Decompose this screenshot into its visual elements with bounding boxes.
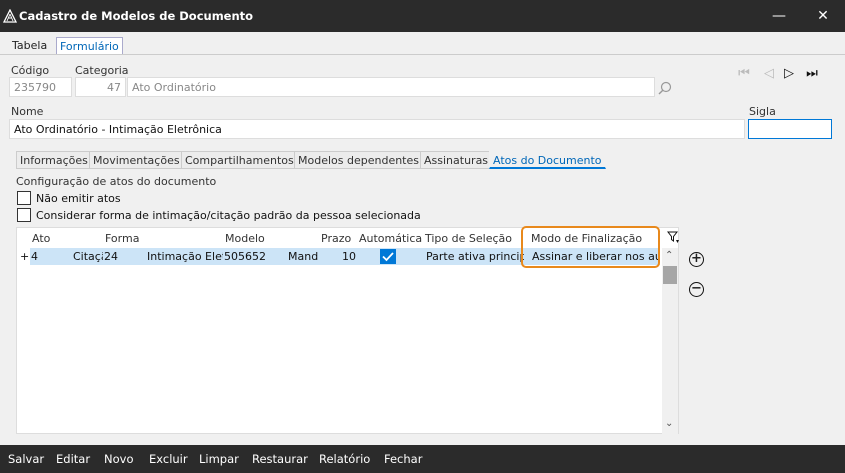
plus-icon: +: [691, 251, 702, 266]
codigo-field[interactable]: 235790: [9, 77, 72, 97]
previous-record-icon: ◁: [764, 66, 774, 81]
column-header-prazo[interactable]: Prazo: [321, 232, 351, 245]
window-title: Cadastro de Modelos de Documento: [19, 9, 254, 23]
cell-modelo-text[interactable]: Intimação Eletr: [147, 250, 223, 263]
section-title: Configuração de atos do documento: [16, 175, 217, 188]
editar-button[interactable]: Editar: [56, 452, 90, 466]
categoria-name-field[interactable]: Ato Ordinatório: [127, 77, 655, 97]
subtab-atos-documento[interactable]: Atos do Documento: [489, 151, 606, 169]
tab-formulario[interactable]: Formulário: [56, 37, 123, 54]
categoria-code-field[interactable]: 47: [75, 77, 126, 97]
fechar-button[interactable]: Fechar: [384, 452, 422, 466]
minimize-button[interactable]: —: [768, 6, 790, 26]
bottom-toolbar: Salvar Editar Novo Excluir Limpar Restau…: [0, 445, 845, 473]
codigo-label: Código: [11, 64, 50, 77]
excluir-button[interactable]: Excluir: [149, 452, 188, 466]
vertical-scrollbar[interactable]: ⌃ ⌄: [662, 248, 678, 434]
last-record-icon: ⏭: [806, 66, 818, 81]
nao-emitir-label: Não emitir atos: [36, 192, 121, 205]
cell-prazo[interactable]: 10: [342, 250, 356, 263]
column-header-ato[interactable]: Ato: [32, 232, 50, 245]
cell-forma-code[interactable]: 24: [104, 250, 118, 263]
subtab-assinaturas[interactable]: Assinaturas: [420, 151, 493, 169]
tab-divider: [0, 54, 845, 55]
title-bar: Cadastro de Modelos de Documento — ✕: [0, 0, 845, 32]
minus-icon: −: [691, 281, 702, 296]
scroll-up-icon[interactable]: ⌃: [665, 250, 673, 261]
first-record-icon: ⏮: [738, 66, 750, 81]
atos-grid: Ato Forma Modelo Prazo Automática Tipo d…: [16, 226, 680, 434]
subtab-movimentacoes[interactable]: Movimentações: [89, 151, 184, 169]
categoria-label: Categoria: [75, 64, 129, 77]
nome-field[interactable]: Ato Ordinatório - Intimação Eletrônica: [9, 119, 745, 139]
sigla-field[interactable]: [748, 119, 832, 139]
search-icon[interactable]: [657, 80, 673, 96]
last-record-button[interactable]: ⏭: [803, 65, 821, 83]
subtab-modelos-dependentes[interactable]: Modelos dependentes: [294, 151, 423, 169]
novo-button[interactable]: Novo: [104, 452, 133, 466]
close-icon: ✕: [817, 8, 829, 24]
highlight-box: [521, 226, 660, 268]
cell-ato[interactable]: 4: [31, 250, 38, 263]
minimize-icon: —: [772, 8, 786, 24]
cell-tipo-selecao[interactable]: Parte ativa principal: [426, 250, 524, 263]
automatica-checkbox[interactable]: [380, 249, 396, 264]
app-logo-icon: [3, 9, 17, 23]
scroll-down-icon[interactable]: ⌄: [665, 418, 673, 429]
column-header-automatica[interactable]: Automática: [359, 232, 422, 245]
subtab-informacoes[interactable]: Informações: [16, 151, 92, 169]
relatorio-button[interactable]: Relatório: [319, 452, 370, 466]
checkmark-icon: [382, 252, 394, 262]
cell-modelo-extra[interactable]: Mandí: [288, 250, 318, 263]
add-row-button[interactable]: +: [689, 252, 704, 267]
next-record-button[interactable]: ▷: [780, 65, 798, 83]
limpar-button[interactable]: Limpar: [199, 452, 239, 466]
remove-row-button[interactable]: −: [689, 282, 704, 297]
first-record-button[interactable]: ⏮: [735, 65, 753, 83]
salvar-button[interactable]: Salvar: [8, 452, 44, 466]
filter-icon[interactable]: [667, 231, 680, 244]
column-header-forma[interactable]: Forma: [105, 232, 139, 245]
row-expand-button[interactable]: +: [20, 250, 29, 263]
next-record-icon: ▷: [784, 66, 794, 81]
column-header-modelo[interactable]: Modelo: [225, 232, 265, 245]
scrollbar-thumb[interactable]: [663, 266, 677, 284]
considerar-forma-checkbox[interactable]: [17, 208, 31, 222]
considerar-forma-label: Considerar forma de intimação/citação pa…: [36, 209, 421, 222]
restaurar-button[interactable]: Restaurar: [252, 452, 308, 466]
nao-emitir-checkbox[interactable]: [17, 191, 31, 205]
previous-record-button[interactable]: ◁: [760, 65, 778, 83]
column-header-tipo-selecao[interactable]: Tipo de Seleção: [425, 232, 512, 245]
cell-forma-text[interactable]: Citaçã: [73, 250, 103, 263]
close-button[interactable]: ✕: [812, 6, 834, 26]
subtab-compartilhamentos[interactable]: Compartilhamentos: [181, 151, 298, 169]
nome-label: Nome: [11, 105, 44, 118]
sigla-label: Sigla: [749, 105, 776, 118]
cell-modelo-code[interactable]: 505652: [224, 250, 266, 263]
tab-tabela[interactable]: Tabela: [9, 37, 50, 54]
